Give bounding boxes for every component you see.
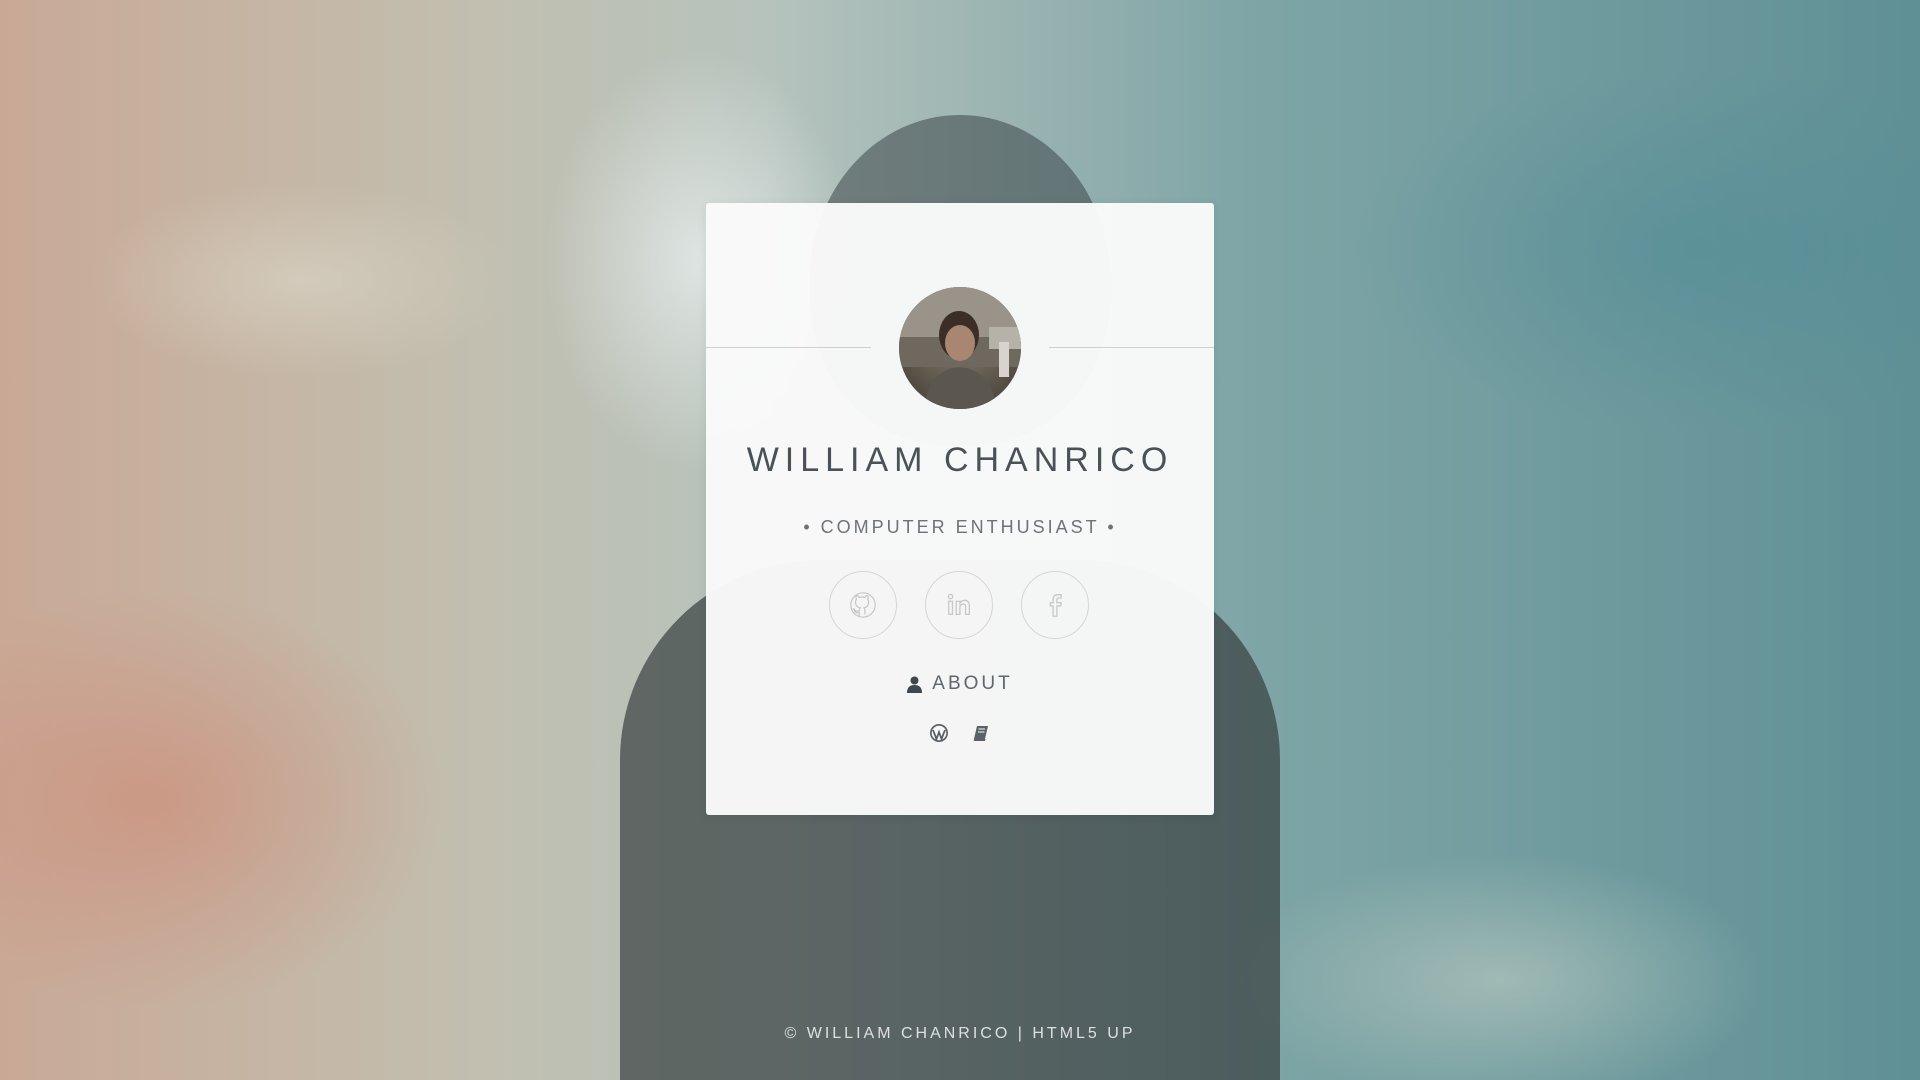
divider-left (706, 347, 871, 348)
avatar (899, 287, 1021, 409)
book-icon (973, 726, 988, 741)
facebook-link[interactable] (1021, 571, 1089, 639)
github-link[interactable] (829, 571, 897, 639)
facebook-icon (1049, 594, 1062, 617)
linkedin-icon (947, 593, 970, 616)
footer: © WILLIAM CHANRICO | HTML5 UP (0, 1025, 1920, 1043)
footer-credit-link[interactable]: HTML5 UP (1032, 1025, 1135, 1042)
extra-links (706, 723, 1214, 743)
profile-name: WILLIAM CHANRICO (746, 441, 1174, 479)
wordpress-icon (930, 724, 948, 742)
avatar-photo (899, 287, 1021, 409)
profile-card: WILLIAM CHANRICO • COMPUTER ENTHUSIAST •… (706, 203, 1214, 815)
linkedin-link[interactable] (925, 571, 993, 639)
about-label: ABOUT (932, 673, 1013, 694)
user-icon (907, 676, 923, 693)
profile-tagline: • COMPUTER ENTHUSIAST • (803, 517, 1117, 537)
wordpress-link[interactable] (929, 723, 949, 743)
about-link[interactable]: ABOUT (706, 673, 1214, 695)
footer-separator: | (1017, 1025, 1025, 1042)
footer-copyright: © WILLIAM CHANRICO (784, 1025, 1011, 1042)
blog-link[interactable] (971, 723, 991, 743)
github-icon (850, 592, 876, 618)
divider-right (1049, 347, 1214, 348)
